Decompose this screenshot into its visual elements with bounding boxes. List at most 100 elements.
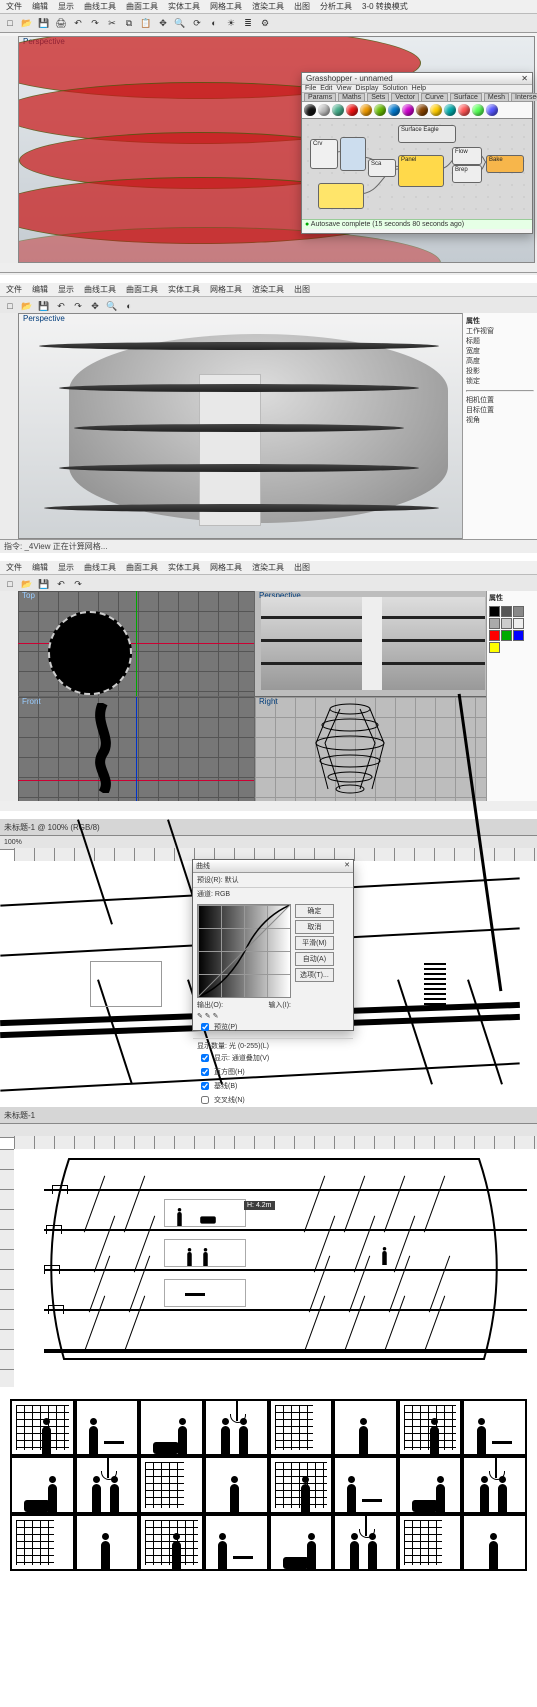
gh-tab[interactable]: Maths: [338, 93, 365, 101]
undo-icon[interactable]: ↶: [53, 298, 69, 314]
gh-node[interactable]: Brep: [452, 165, 482, 183]
print-icon[interactable]: 🖨: [53, 15, 69, 31]
menu-item[interactable]: 编辑: [30, 284, 50, 295]
gh-component-shelf[interactable]: [302, 102, 532, 119]
gh-menu-item[interactable]: Display: [355, 85, 378, 92]
gh-menubar[interactable]: File Edit View Display Solution Help: [302, 85, 532, 93]
menu-item[interactable]: 编辑: [30, 1, 50, 12]
palette-swatch[interactable]: [501, 630, 512, 641]
ruler-vertical[interactable]: [0, 1149, 15, 1387]
properties-icon[interactable]: ⚙: [257, 15, 273, 31]
gh-node[interactable]: [318, 183, 364, 209]
pan-icon[interactable]: ✥: [155, 15, 171, 31]
gh-component-icon[interactable]: [346, 104, 358, 116]
menu-item[interactable]: 曲面工具: [124, 284, 160, 295]
menu-item[interactable]: 显示: [56, 562, 76, 573]
menu-item[interactable]: 网格工具: [208, 1, 244, 12]
palette-swatch[interactable]: [513, 606, 524, 617]
open-icon[interactable]: 📂: [19, 15, 35, 31]
properties-panel[interactable]: 属性: [486, 591, 537, 801]
palette-swatch[interactable]: [489, 618, 500, 629]
zoom-icon[interactable]: 🔍: [172, 15, 188, 31]
new-icon[interactable]: □: [2, 576, 18, 592]
gh-component-icon[interactable]: [332, 104, 344, 116]
menu-item[interactable]: 实体工具: [166, 1, 202, 12]
rhino-toolbar[interactable]: □ 📂 💾 🖨 ↶ ↷ ✂ ⧉ 📋 ✥ 🔍 ⟳ ◐ ☀ ≣ ⚙: [0, 14, 537, 33]
menu-item[interactable]: 分析工具: [318, 1, 354, 12]
perspective-viewport[interactable]: Perspective: [18, 313, 469, 539]
shade-icon[interactable]: ◐: [121, 298, 137, 314]
redo-icon[interactable]: ↷: [87, 15, 103, 31]
rhino-menubar[interactable]: 文件 编辑 显示 曲线工具 曲面工具 实体工具 网格工具 渲染工具 出图 分析工…: [0, 0, 537, 14]
gh-component-icon[interactable]: [472, 104, 484, 116]
gh-component-icon[interactable]: [388, 104, 400, 116]
shade-icon[interactable]: ◐: [206, 15, 222, 31]
save-icon[interactable]: 💾: [36, 15, 52, 31]
gh-component-icon[interactable]: [304, 104, 316, 116]
palette-swatch[interactable]: [489, 606, 500, 617]
undo-icon[interactable]: ↶: [70, 15, 86, 31]
save-icon[interactable]: 💾: [36, 576, 52, 592]
gh-component-icon[interactable]: [374, 104, 386, 116]
save-icon[interactable]: 💾: [36, 298, 52, 314]
gh-tab[interactable]: Vector: [391, 93, 419, 101]
menu-item[interactable]: 渲染工具: [250, 562, 286, 573]
canvas[interactable]: H: 4.2m: [14, 1149, 537, 1387]
menu-item[interactable]: 曲面工具: [124, 562, 160, 573]
zoom-icon[interactable]: 🔍: [104, 298, 120, 314]
menu-item[interactable]: 实体工具: [166, 284, 202, 295]
gh-tab[interactable]: Surface: [450, 93, 482, 101]
gh-node[interactable]: Surface Eagle: [398, 125, 456, 143]
pan-icon[interactable]: ✥: [87, 298, 103, 314]
palette-swatch[interactable]: [513, 630, 524, 641]
layers-icon[interactable]: ≣: [240, 15, 256, 31]
palette-swatch[interactable]: [513, 618, 524, 629]
options-button[interactable]: 选项(T)...: [295, 968, 334, 982]
palette-swatch[interactable]: [489, 642, 500, 653]
rhino-menubar[interactable]: 文件 编辑 显示 曲线工具 曲面工具 实体工具 网格工具 渲染工具 出图: [0, 561, 537, 575]
menu-item[interactable]: 曲线工具: [82, 562, 118, 573]
check[interactable]: [201, 1068, 209, 1076]
gh-tab[interactable]: Params: [304, 93, 336, 101]
side-toolbar[interactable]: [0, 36, 19, 263]
curves-graph[interactable]: [197, 904, 291, 998]
gh-menu-item[interactable]: File: [305, 85, 316, 92]
gh-tabs[interactable]: Params Maths Sets Vector Curve Surface M…: [302, 93, 532, 102]
dialog-titlebar[interactable]: 曲线 ✕: [193, 860, 353, 873]
menu-item[interactable]: 网格工具: [208, 284, 244, 295]
menu-item[interactable]: 曲线工具: [82, 284, 118, 295]
menu-item[interactable]: 曲线工具: [82, 1, 118, 12]
render-icon[interactable]: ☀: [223, 15, 239, 31]
gh-node[interactable]: [340, 137, 366, 171]
right-viewport[interactable]: Right: [255, 697, 491, 802]
palette-swatch[interactable]: [501, 606, 512, 617]
menu-item[interactable]: 网格工具: [208, 562, 244, 573]
grasshopper-window[interactable]: Grasshopper - unnamed ✕ File Edit View D…: [301, 72, 533, 234]
cancel-button[interactable]: 取消: [295, 920, 334, 934]
gh-component-icon[interactable]: [402, 104, 414, 116]
check[interactable]: [201, 1054, 209, 1062]
gh-component-icon[interactable]: [444, 104, 456, 116]
gh-menu-item[interactable]: Solution: [382, 85, 407, 92]
front-viewport[interactable]: Front: [18, 697, 254, 802]
gh-tab[interactable]: Curve: [421, 93, 448, 101]
side-toolbar[interactable]: [0, 591, 19, 801]
gh-menu-item[interactable]: Help: [412, 85, 426, 92]
open-icon[interactable]: 📂: [19, 298, 35, 314]
gh-tab[interactable]: Intersect: [511, 93, 537, 101]
ok-button[interactable]: 确定: [295, 904, 334, 918]
menu-item[interactable]: 文件: [4, 284, 24, 295]
auto-button[interactable]: 自动(A): [295, 952, 334, 966]
check[interactable]: [201, 1082, 209, 1090]
new-icon[interactable]: □: [2, 15, 18, 31]
cut-icon[interactable]: ✂: [104, 15, 120, 31]
menu-item[interactable]: 出图: [292, 1, 312, 12]
gh-component-icon[interactable]: [360, 104, 372, 116]
check[interactable]: [201, 1096, 209, 1104]
menu-item[interactable]: 渲染工具: [250, 1, 286, 12]
gh-tab[interactable]: Sets: [367, 93, 389, 101]
menu-item[interactable]: 渲染工具: [250, 284, 286, 295]
menu-item[interactable]: 曲面工具: [124, 1, 160, 12]
gh-component-icon[interactable]: [430, 104, 442, 116]
rotate-icon[interactable]: ⟳: [189, 15, 205, 31]
